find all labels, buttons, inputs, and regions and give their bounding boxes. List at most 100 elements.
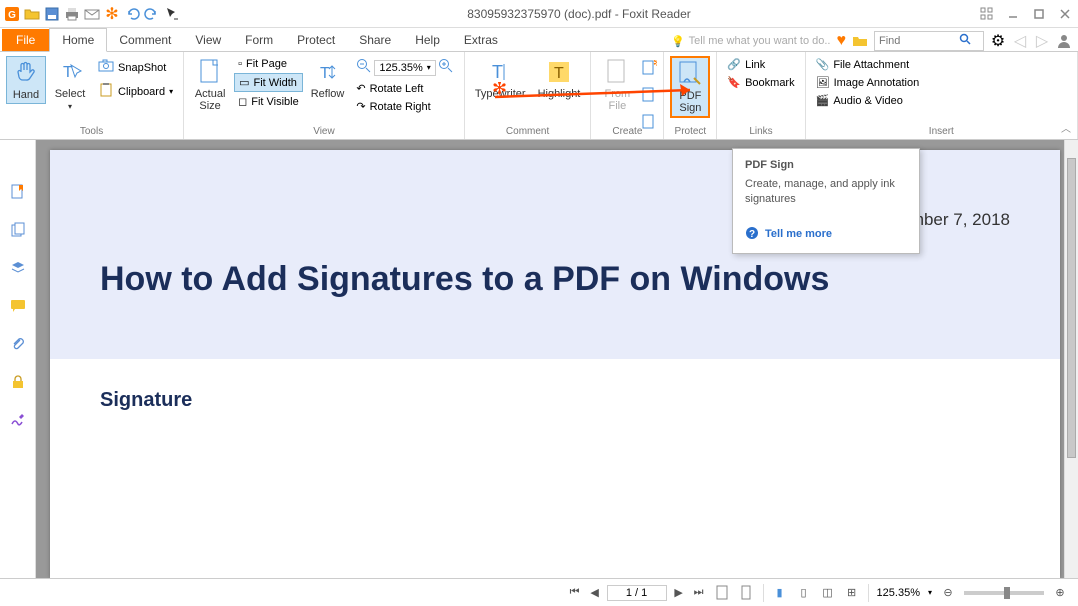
- tooltip-tell-me-more[interactable]: ? Tell me more: [745, 226, 907, 243]
- tab-form[interactable]: Form: [233, 29, 285, 51]
- view-single-icon[interactable]: ▮: [772, 585, 788, 601]
- view-continuous-facing-icon[interactable]: ⊞: [844, 585, 860, 601]
- ribbon-group-view: Actual Size ▫Fit Page ▭Fit Width ◻Fit Vi…: [184, 52, 465, 139]
- clipboard-button[interactable]: Clipboard ▾: [94, 80, 177, 103]
- view-facing-icon[interactable]: ◫: [820, 585, 836, 601]
- panel-attachments-icon[interactable]: [8, 334, 28, 354]
- minimize-icon[interactable]: [1004, 5, 1022, 23]
- find-box[interactable]: [874, 31, 984, 51]
- sb-page-icon[interactable]: [739, 585, 755, 601]
- status-bar: ⏮ ◀ ▶ ⏭ ▮ ▯ ◫ ⊞ 125.35% ▾ ⊖ ⊕: [0, 578, 1078, 606]
- highlight-button[interactable]: T Highlight: [534, 56, 585, 102]
- svg-text:T: T: [492, 62, 503, 82]
- tab-view[interactable]: View: [183, 29, 233, 51]
- tooltip-description: Create, manage, and apply ink signatures: [745, 177, 907, 208]
- ribbon-group-tools: Hand T Select ▾ SnapShot Clipboard ▾ Too…: [0, 52, 184, 139]
- user-icon[interactable]: [1056, 33, 1072, 49]
- reflow-icon: T: [314, 58, 342, 86]
- find-input[interactable]: [879, 35, 959, 47]
- audio-video-button[interactable]: 🎬Audio & Video: [812, 92, 924, 109]
- rotate-left-button[interactable]: ↶Rotate Left: [352, 80, 457, 97]
- from-file-button[interactable]: From File: [597, 56, 637, 114]
- panel-signatures-icon[interactable]: [8, 410, 28, 430]
- sb-bookmark-icon[interactable]: [715, 585, 731, 601]
- from-clipboard-icon[interactable]: [641, 87, 657, 108]
- bookmark-button[interactable]: 🔖Bookmark: [723, 74, 798, 91]
- link-button[interactable]: 🔗Link: [723, 56, 798, 73]
- tab-help[interactable]: Help: [403, 29, 452, 51]
- panel-bookmarks-icon[interactable]: [8, 182, 28, 202]
- undo-icon[interactable]: [124, 6, 140, 22]
- first-page-icon[interactable]: ⏮: [567, 585, 583, 601]
- bulb-icon: 💡: [671, 35, 685, 48]
- ribbon-group-comment: T Typewriter T Highlight Comment: [465, 52, 592, 139]
- hand-button[interactable]: Hand: [6, 56, 46, 104]
- blank-page-icon[interactable]: ✻: [641, 60, 657, 81]
- reflow-button[interactable]: T Reflow: [307, 56, 349, 102]
- vertical-scrollbar[interactable]: [1064, 140, 1078, 578]
- attachment-icon: 📎: [816, 58, 830, 71]
- window-title: 83095932375970 (doc).pdf - Foxit Reader: [180, 7, 978, 21]
- doc-signature-label: Signature: [100, 389, 1060, 412]
- page-input[interactable]: [607, 585, 667, 601]
- zoom-out-button[interactable]: ⊖: [940, 585, 956, 601]
- tab-share[interactable]: Share: [347, 29, 403, 51]
- zoom-slider-thumb[interactable]: [1004, 587, 1010, 599]
- panel-pages-icon[interactable]: [8, 220, 28, 240]
- panel-comments-icon[interactable]: [8, 296, 28, 316]
- folder-search-icon[interactable]: [852, 33, 868, 49]
- save-icon[interactable]: [44, 6, 60, 22]
- zoom-dropdown-icon[interactable]: ▾: [928, 588, 932, 597]
- email-icon[interactable]: [84, 6, 100, 22]
- tab-home[interactable]: Home: [49, 28, 107, 52]
- next-find-icon[interactable]: ▷: [1034, 33, 1050, 49]
- heart-icon[interactable]: ♥: [837, 32, 847, 50]
- snapshot-button[interactable]: SnapShot: [94, 56, 177, 79]
- tell-me-search[interactable]: 💡 Tell me what you want to do..: [671, 35, 831, 48]
- next-page-icon[interactable]: ▶: [671, 585, 687, 601]
- ribbon-group-links: 🔗Link 🔖Bookmark Links: [717, 52, 805, 139]
- pdf-sign-button[interactable]: PDF Sign: [670, 56, 710, 118]
- file-attachment-button[interactable]: 📎File Attachment: [812, 56, 924, 73]
- view-continuous-icon[interactable]: ▯: [796, 585, 812, 601]
- close-icon[interactable]: [1056, 5, 1074, 23]
- zoom-slider[interactable]: [964, 591, 1044, 595]
- tooltip-title: PDF Sign: [745, 159, 907, 171]
- panel-layers-icon[interactable]: [8, 258, 28, 278]
- fit-page-button[interactable]: ▫Fit Page: [234, 56, 303, 72]
- prev-find-icon[interactable]: ◁: [1012, 33, 1028, 49]
- camera-icon: [98, 58, 114, 77]
- tab-comment[interactable]: Comment: [107, 29, 183, 51]
- fit-width-button[interactable]: ▭Fit Width: [234, 73, 303, 92]
- open-icon[interactable]: [24, 6, 40, 22]
- last-page-icon[interactable]: ⏭: [691, 585, 707, 601]
- prev-page-icon[interactable]: ◀: [587, 585, 603, 601]
- scrollbar-thumb[interactable]: [1067, 158, 1076, 458]
- collapse-ribbon-icon[interactable]: ︿: [1061, 120, 1071, 135]
- new-star-icon[interactable]: ✻: [104, 6, 120, 22]
- fit-visible-icon: ◻: [238, 95, 247, 108]
- image-annotation-button[interactable]: 🖼Image Annotation: [812, 74, 924, 91]
- redo-icon[interactable]: [144, 6, 160, 22]
- print-icon[interactable]: [64, 6, 80, 22]
- tab-protect[interactable]: Protect: [285, 29, 347, 51]
- ribbon-options-icon[interactable]: [978, 5, 996, 23]
- cursor-dropdown-icon[interactable]: [164, 6, 180, 22]
- svg-text:G: G: [8, 10, 16, 21]
- select-button[interactable]: T Select ▾: [50, 56, 90, 113]
- zoom-in-button[interactable]: ⊕: [1052, 585, 1068, 601]
- zoom-combo[interactable]: 125.35%▾: [374, 60, 435, 76]
- zoom-in-icon[interactable]: [438, 58, 454, 77]
- tab-extras[interactable]: Extras: [452, 29, 510, 51]
- panel-security-icon[interactable]: [8, 372, 28, 392]
- svg-text:T: T: [554, 65, 564, 82]
- maximize-icon[interactable]: [1030, 5, 1048, 23]
- search-icon[interactable]: [959, 32, 971, 50]
- search-settings-icon[interactable]: ⚙: [990, 33, 1006, 49]
- tab-file[interactable]: File: [2, 29, 49, 51]
- actual-size-button[interactable]: Actual Size: [190, 56, 230, 114]
- typewriter-button[interactable]: T Typewriter: [471, 56, 530, 102]
- zoom-out-icon[interactable]: [356, 58, 372, 77]
- rotate-right-button[interactable]: ↷Rotate Right: [352, 98, 457, 115]
- fit-visible-button[interactable]: ◻Fit Visible: [234, 93, 303, 110]
